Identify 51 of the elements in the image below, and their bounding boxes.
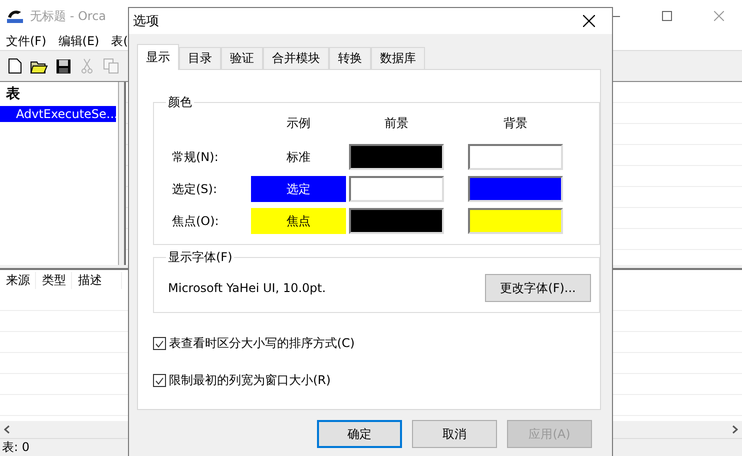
row-label: 焦点(O): xyxy=(171,212,220,230)
scissors-icon xyxy=(81,58,93,74)
checkbox[interactable] xyxy=(153,374,166,387)
checkbox[interactable] xyxy=(153,337,166,350)
close-icon xyxy=(714,11,724,21)
folder-icon xyxy=(30,58,48,74)
tab[interactable]: 数据库 xyxy=(371,47,425,69)
tab[interactable]: 目录 xyxy=(179,47,221,69)
column-header: 背景 xyxy=(502,115,528,132)
app-logo-icon xyxy=(6,8,24,24)
tree-header: 表 xyxy=(5,85,21,104)
scroll-right-icon[interactable] xyxy=(732,425,738,434)
font-name: Microsoft YaHei UI, 10.0pt. xyxy=(168,281,326,295)
checkbox-label: 限制最初的列宽为窗口大小(R) xyxy=(169,372,331,389)
table-list-item[interactable]: AdvtExecuteSe... xyxy=(0,106,116,122)
dialog-button[interactable]: 取消 xyxy=(412,420,497,448)
group-title: 颜色 xyxy=(167,94,193,111)
background-swatch[interactable] xyxy=(468,208,563,234)
menu-item[interactable]: 文件(F) xyxy=(0,32,52,50)
column-header[interactable]: 描述 xyxy=(72,272,122,288)
background-swatch[interactable] xyxy=(468,144,563,170)
foreground-swatch[interactable] xyxy=(349,144,444,170)
color-sample: 焦点 xyxy=(251,208,346,234)
color-sample: 选定 xyxy=(251,176,346,202)
change-font-button[interactable]: 更改字体(F)... xyxy=(485,274,591,302)
tab[interactable]: 转换 xyxy=(329,47,371,69)
dialog-title: 选项 xyxy=(133,13,159,30)
background-swatch[interactable] xyxy=(468,176,563,202)
scroll-left-icon[interactable] xyxy=(4,425,10,434)
foreground-swatch[interactable] xyxy=(349,208,444,234)
window-title: 无标题 - Orca xyxy=(30,8,106,24)
row-label: 常规(N): xyxy=(171,148,220,166)
checkbox-label: 表查看时区分大小写的排序方式(C) xyxy=(169,335,355,352)
row-label: 选定(S): xyxy=(171,180,218,198)
column-header: 示例 xyxy=(286,115,312,132)
column-header[interactable]: 类型 xyxy=(36,272,72,288)
foreground-swatch[interactable] xyxy=(349,176,444,202)
menu-item[interactable]: 编辑(E) xyxy=(52,32,106,50)
copy-icon xyxy=(103,58,119,74)
splitter[interactable] xyxy=(119,82,126,265)
column-header[interactable]: 来源 xyxy=(0,272,36,288)
close-icon xyxy=(583,15,595,27)
maximize-icon xyxy=(662,11,672,21)
column-header: 前景 xyxy=(384,115,410,132)
group-title: 显示字体(F) xyxy=(167,249,234,266)
tab[interactable]: 合并模块 xyxy=(263,47,329,69)
tab[interactable]: 验证 xyxy=(221,47,263,69)
tab[interactable]: 显示 xyxy=(137,44,179,70)
status-text: 表: 0 xyxy=(2,439,30,456)
new-document-icon xyxy=(8,58,22,74)
dialog-button[interactable]: 确定 xyxy=(317,420,402,448)
